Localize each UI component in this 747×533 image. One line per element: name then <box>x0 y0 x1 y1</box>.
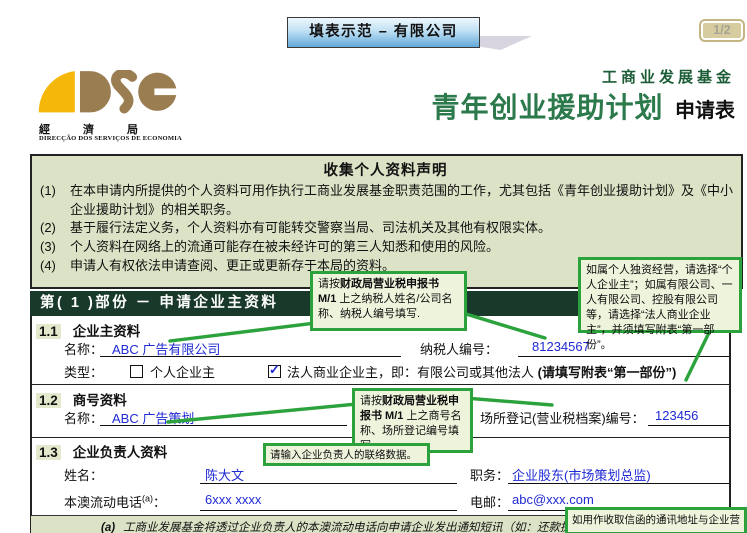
corporate-owner-option: 法人商业企业主，即：有限公司或其他法人 (请填写附表“第一部份”) <box>287 362 676 381</box>
item-number: (4) <box>38 257 70 276</box>
footnote-text: 工商业发展基金将透过企业负责人的本澳流动电话向申请企业发出通知短讯（如：还款提示… <box>123 522 600 533</box>
declaration-item: (1) 在本申请内所提供的个人资料可用作执行工商业发展基金职责范围的工作，尤其包… <box>38 182 733 219</box>
subsection-title: 企业主资料 <box>73 324 141 339</box>
attachment-note: (请填写附表“第一部份”) <box>538 365 677 380</box>
scheme-title: 青年创业援助计划 <box>432 92 664 123</box>
shop-name-underline <box>100 425 347 426</box>
premises-registration-underline <box>648 425 730 426</box>
annotation-owner-type: 如属个人独资经营，请选择“个人企业主”；如属有限公司、一人有限公司、控股有限公司… <box>578 257 742 333</box>
table-divider <box>30 384 731 385</box>
mobile-phone-label: 本澳流动电话(a)： <box>64 492 166 511</box>
email-label: 电邮： <box>470 492 509 511</box>
subsection-1-2-heading: 1.2 商号资料 <box>36 389 127 409</box>
corporate-owner-text: 法人商业企业主，即：有限公司或其他法人 <box>287 365 534 380</box>
declaration-title: 收集个人资料声明 <box>38 159 733 180</box>
subsection-number: 1.1 <box>36 324 61 339</box>
footnote-number: (a) <box>101 522 115 533</box>
subsection-1-3-heading: 1.3 企业负责人资料 <box>36 441 167 461</box>
annotation-text: 上之纳税人姓名/公司名称、纳税人编号填写. <box>318 293 452 320</box>
item-number: (3) <box>38 238 70 257</box>
mobile-phone-field[interactable]: 6xxx xxxx <box>205 492 261 507</box>
page-number-badge: 1/2 <box>699 19 745 42</box>
owner-type-label: 类型： <box>64 362 103 381</box>
subsection-1-1-heading: 1.1 企业主资料 <box>36 320 140 340</box>
owner-name-label: 名称： <box>64 339 103 358</box>
logo-portuguese-name: DIRECÇÃO DOS SERVIÇOS DE ECONOMIA <box>39 135 239 142</box>
shop-name-label: 名称： <box>64 408 103 427</box>
subsection-number: 1.2 <box>36 393 61 408</box>
annotation-contact-info: 请输入企业负责人的联络数据。 <box>263 443 430 466</box>
email-field[interactable]: abc@xxx.com <box>512 492 594 507</box>
application-form-word: 申请表 <box>675 100 735 122</box>
person-name-label: 姓名： <box>64 465 103 484</box>
item-number: (2) <box>38 219 70 238</box>
mobile-phone-underline <box>200 510 457 511</box>
scheme-title-line: 青年创业援助计划 申请表 <box>280 88 735 133</box>
premises-registration-label: 场所登记(营业税档案)编号： <box>480 408 645 427</box>
declaration-item: (3) 个人资料在网络上的流通可能存在被未经许可的第三人知悉和使用的风险。 <box>38 238 733 257</box>
item-text: 个人资料在网络上的流通可能存在被未经许可的第三人知悉和使用的风险。 <box>70 238 733 257</box>
person-name-field[interactable]: 陈大文 <box>205 465 244 484</box>
mobile-phone-text: 本澳流动电话 <box>64 495 142 510</box>
item-text: 基于履行法定义务，个人资料亦有可能转交警察当局、司法机关及其他有权限实体。 <box>70 219 733 238</box>
annotation-taxpayer-info: 请按财政局营业税申报书 M/1 上之纳税人姓名/公司名称、纳税人编号填写. <box>310 271 467 331</box>
position-label: 职务： <box>470 465 509 484</box>
application-form-page: 填表示范 – 有限公司 1/2 經濟局 DIRECÇÃO DOS SERVIÇO… <box>0 0 747 533</box>
checkbox-individual-owner[interactable] <box>130 365 143 378</box>
checkbox-corporate-owner[interactable] <box>268 365 281 378</box>
item-number: (1) <box>38 182 70 219</box>
subsection-number: 1.3 <box>36 445 61 460</box>
individual-owner-option: 个人企业主 <box>150 362 215 381</box>
owner-name-underline <box>100 356 401 357</box>
annotation-text: 请按 <box>318 278 340 290</box>
subsection-title: 商号资料 <box>73 393 127 408</box>
declaration-item: (2) 基于履行法定义务，个人资料亦有可能转交警察当局、司法机关及其他有权限实体… <box>38 219 733 238</box>
person-name-underline <box>200 483 457 484</box>
annotation-text: 请按 <box>360 395 382 407</box>
taxpayer-number-field[interactable]: 81234567 <box>532 339 590 354</box>
annotation-mailing-address: 如用作收取信函的通讯地址与企业营 <box>565 507 747 533</box>
taxpayer-number-label: 纳税人编号： <box>420 339 498 358</box>
premises-registration-field[interactable]: 123456 <box>655 408 698 423</box>
position-field[interactable]: 企业股东(市场策划总监) <box>512 465 651 484</box>
footnote-marker: (a) <box>142 494 153 504</box>
colon: ： <box>153 495 166 510</box>
sample-type-banner: 填表示范 – 有限公司 <box>287 17 480 48</box>
position-underline <box>508 483 729 484</box>
fund-title: 工商业发展基金 <box>400 66 735 87</box>
taxpayer-number-underline <box>518 356 729 357</box>
subsection-title: 企业负责人资料 <box>73 445 168 460</box>
item-text: 在本申请内所提供的个人资料可用作执行工商业发展基金职责范围的工作，尤其包括《青年… <box>70 182 733 219</box>
dse-logo-icon <box>38 70 178 115</box>
